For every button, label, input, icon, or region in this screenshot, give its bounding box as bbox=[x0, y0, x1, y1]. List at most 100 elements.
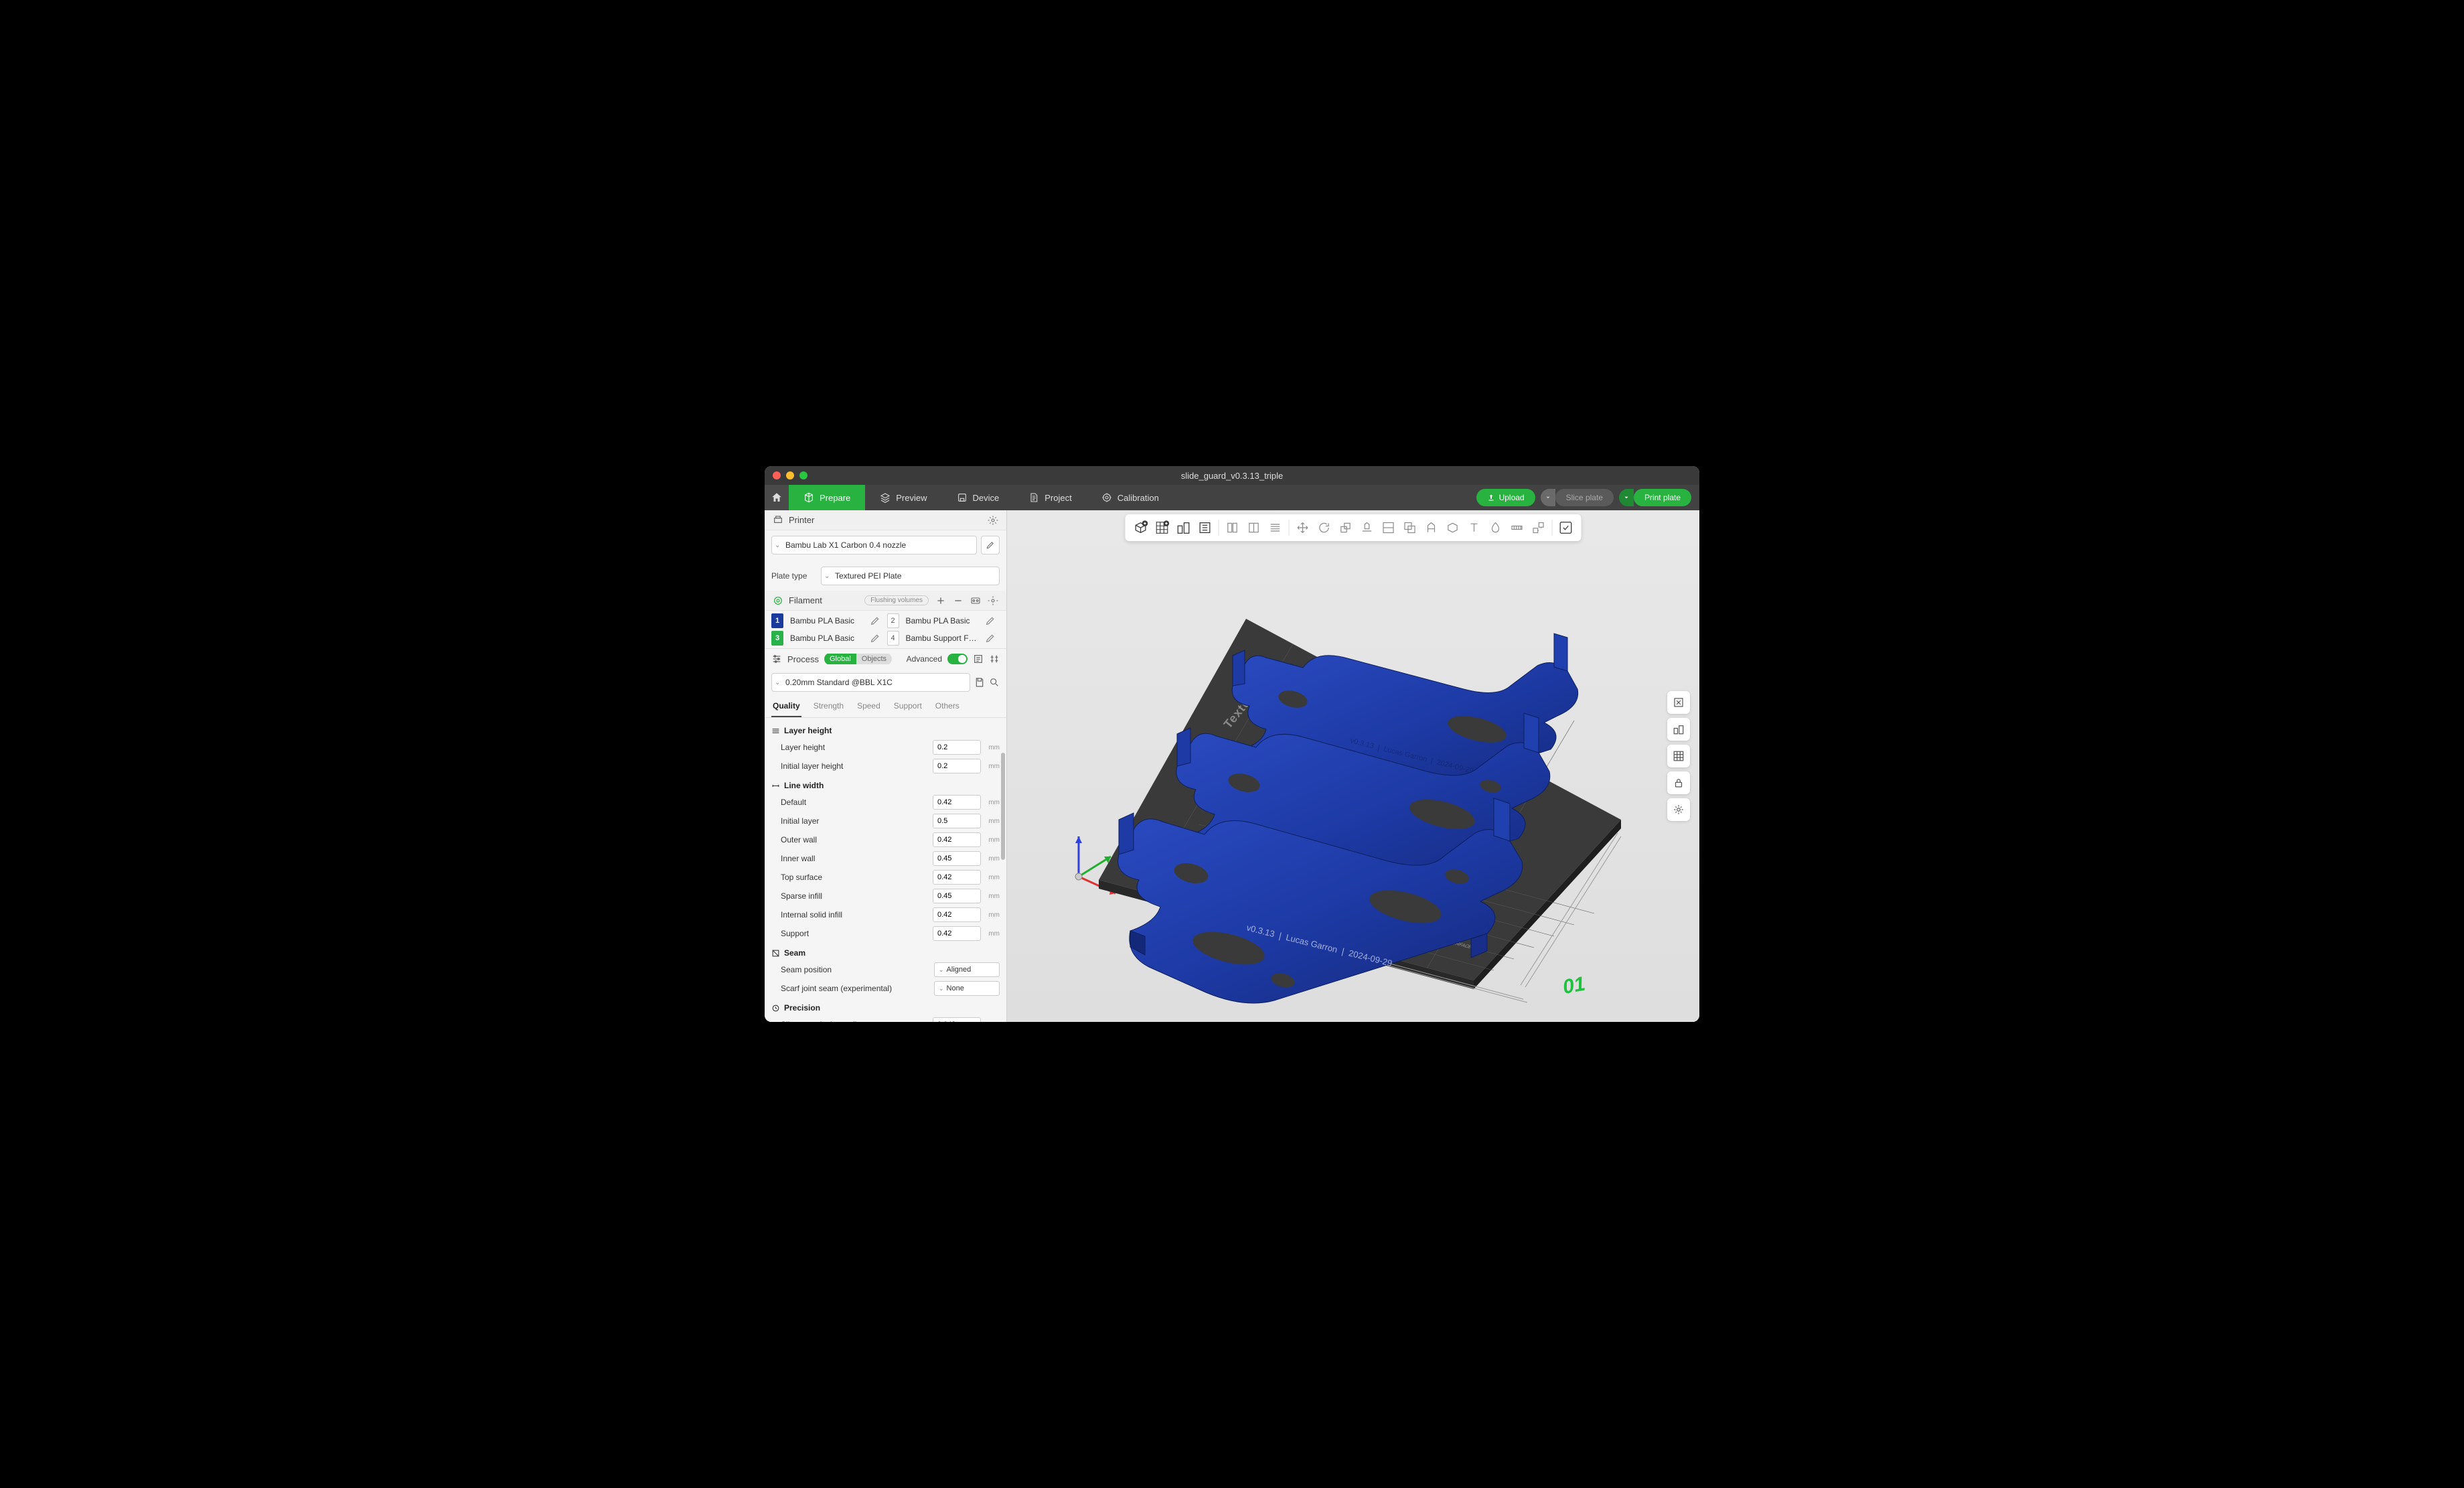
main-tabbar: Prepare Preview Device Project Calibrati… bbox=[765, 485, 1699, 510]
process-preset-dropdown[interactable]: ⌄ 0.20mm Standard @BBL X1C bbox=[771, 673, 970, 692]
gear-icon[interactable] bbox=[988, 595, 998, 606]
lock-plate-button[interactable] bbox=[1667, 771, 1690, 794]
tab-project[interactable]: Project bbox=[1014, 485, 1086, 510]
lw-solid-input[interactable] bbox=[933, 907, 981, 922]
cut-tool[interactable] bbox=[1379, 518, 1399, 538]
lw-inner-input[interactable] bbox=[933, 851, 981, 866]
tab-strength[interactable]: Strength bbox=[812, 696, 845, 717]
search-icon[interactable] bbox=[989, 677, 1000, 688]
filament-swatch-2[interactable]: 2 bbox=[887, 613, 899, 628]
document-icon bbox=[1028, 492, 1039, 503]
lw-support-input[interactable] bbox=[933, 926, 981, 941]
compare-icon[interactable] bbox=[989, 654, 1000, 664]
tab-quality[interactable]: Quality bbox=[771, 696, 801, 717]
minus-icon[interactable] bbox=[953, 595, 964, 606]
separator bbox=[1552, 520, 1553, 536]
global-objects-toggle[interactable]: Global Objects bbox=[824, 653, 892, 665]
list-icon[interactable] bbox=[973, 654, 984, 664]
window-close-button[interactable] bbox=[773, 471, 781, 479]
add-cube-tool[interactable] bbox=[1131, 518, 1151, 538]
tab-preview[interactable]: Preview bbox=[865, 485, 941, 510]
process-label: Process bbox=[787, 654, 819, 664]
plate-type-dropdown[interactable]: ⌄ Textured PEI Plate bbox=[821, 567, 1000, 585]
advanced-switch[interactable] bbox=[947, 654, 968, 664]
pencil-icon[interactable] bbox=[985, 633, 996, 644]
split-part-tool[interactable] bbox=[1244, 518, 1264, 538]
tab-speed[interactable]: Speed bbox=[856, 696, 882, 717]
slice-plate-button[interactable]: Slice plate bbox=[1555, 489, 1614, 506]
group-precision[interactable]: Precision bbox=[765, 998, 1006, 1015]
pencil-icon[interactable] bbox=[870, 615, 880, 626]
orient-plate-button[interactable] bbox=[1667, 718, 1690, 741]
save-icon[interactable] bbox=[974, 677, 985, 688]
filament-name-2[interactable]: Bambu PLA Basic bbox=[902, 613, 983, 628]
filament-swatch-1[interactable]: 1 bbox=[771, 613, 783, 628]
print-plate-button[interactable]: Print plate bbox=[1634, 489, 1691, 506]
initial-layer-height-input[interactable] bbox=[933, 759, 981, 773]
spool-icon bbox=[773, 595, 783, 606]
gap-closing-input[interactable] bbox=[933, 1017, 981, 1022]
lw-top-input[interactable] bbox=[933, 870, 981, 885]
assembly-view-tool[interactable] bbox=[1556, 518, 1576, 538]
group-line-width[interactable]: Line width bbox=[765, 775, 1006, 793]
lw-default-input[interactable] bbox=[933, 795, 981, 810]
rotate-tool[interactable] bbox=[1314, 518, 1334, 538]
tab-others[interactable]: Others bbox=[934, 696, 961, 717]
pencil-icon[interactable] bbox=[985, 615, 996, 626]
text-tool[interactable] bbox=[1464, 518, 1484, 538]
ams-icon[interactable] bbox=[970, 595, 981, 606]
seam-position-select[interactable]: ⌄Aligned bbox=[934, 962, 1000, 977]
window-minimize-button[interactable] bbox=[786, 471, 794, 479]
plus-icon[interactable] bbox=[935, 595, 946, 606]
titlebar: slide_guard_v0.3.13_triple bbox=[765, 466, 1699, 485]
flushing-volumes-button[interactable]: Flushing volumes bbox=[864, 595, 929, 605]
variable-height-tool[interactable] bbox=[1265, 518, 1286, 538]
scarf-joint-select[interactable]: ⌄None bbox=[934, 981, 1000, 996]
color-paint-tool[interactable] bbox=[1486, 518, 1506, 538]
tab-device[interactable]: Device bbox=[942, 485, 1014, 510]
upload-button[interactable]: Upload bbox=[1476, 489, 1535, 506]
split-object-tool[interactable] bbox=[1223, 518, 1243, 538]
support-paint-tool[interactable] bbox=[1421, 518, 1442, 538]
window-maximize-button[interactable] bbox=[799, 471, 807, 479]
arrange-tool[interactable] bbox=[1174, 518, 1194, 538]
viewport-3d[interactable]: PLA/ABS/PETG HOT SURFACE Texture 01 bbox=[1007, 510, 1699, 1022]
group-seam[interactable]: Seam bbox=[765, 943, 1006, 960]
pencil-icon[interactable] bbox=[870, 633, 880, 644]
clear-plate-button[interactable] bbox=[1667, 691, 1690, 714]
edit-printer-button[interactable] bbox=[981, 536, 1000, 554]
add-plate-tool[interactable] bbox=[1152, 518, 1172, 538]
layers-icon bbox=[880, 492, 891, 503]
layer-height-input[interactable] bbox=[933, 740, 981, 755]
slice-dropdown-toggle[interactable] bbox=[1541, 489, 1555, 506]
home-tab[interactable] bbox=[765, 485, 789, 510]
arrange-plate-button[interactable] bbox=[1667, 745, 1690, 767]
lw-sparse-input[interactable] bbox=[933, 889, 981, 903]
printer-icon bbox=[773, 515, 783, 526]
orient-tool[interactable] bbox=[1195, 518, 1215, 538]
lay-flat-tool[interactable] bbox=[1357, 518, 1377, 538]
scale-tool[interactable] bbox=[1336, 518, 1356, 538]
printer-preset-dropdown[interactable]: ⌄ Bambu Lab X1 Carbon 0.4 nozzle bbox=[771, 536, 977, 554]
plate-settings-button[interactable] bbox=[1667, 798, 1690, 821]
seam-paint-tool[interactable] bbox=[1443, 518, 1463, 538]
assembly-tool[interactable] bbox=[1529, 518, 1549, 538]
group-layer-height[interactable]: Layer height bbox=[765, 721, 1006, 738]
param-lw-outer: Outer wallmm bbox=[765, 830, 1006, 849]
filament-name-4[interactable]: Bambu Support For ... bbox=[902, 631, 983, 646]
tab-calibration[interactable]: Calibration bbox=[1087, 485, 1174, 510]
filament-swatch-4[interactable]: 4 bbox=[887, 631, 899, 646]
lw-outer-input[interactable] bbox=[933, 832, 981, 847]
tab-support[interactable]: Support bbox=[893, 696, 923, 717]
measure-tool[interactable] bbox=[1507, 518, 1527, 538]
sliders-icon bbox=[771, 654, 782, 664]
move-tool[interactable] bbox=[1293, 518, 1313, 538]
lw-initial-input[interactable] bbox=[933, 814, 981, 828]
gear-icon[interactable] bbox=[988, 515, 998, 526]
tab-prepare[interactable]: Prepare bbox=[789, 485, 865, 510]
filament-name-3[interactable]: Bambu PLA Basic bbox=[786, 631, 867, 646]
mesh-boolean-tool[interactable] bbox=[1400, 518, 1420, 538]
filament-name-1[interactable]: Bambu PLA Basic bbox=[786, 613, 867, 628]
print-dropdown-toggle[interactable] bbox=[1619, 489, 1634, 506]
filament-swatch-3[interactable]: 3 bbox=[771, 631, 783, 646]
